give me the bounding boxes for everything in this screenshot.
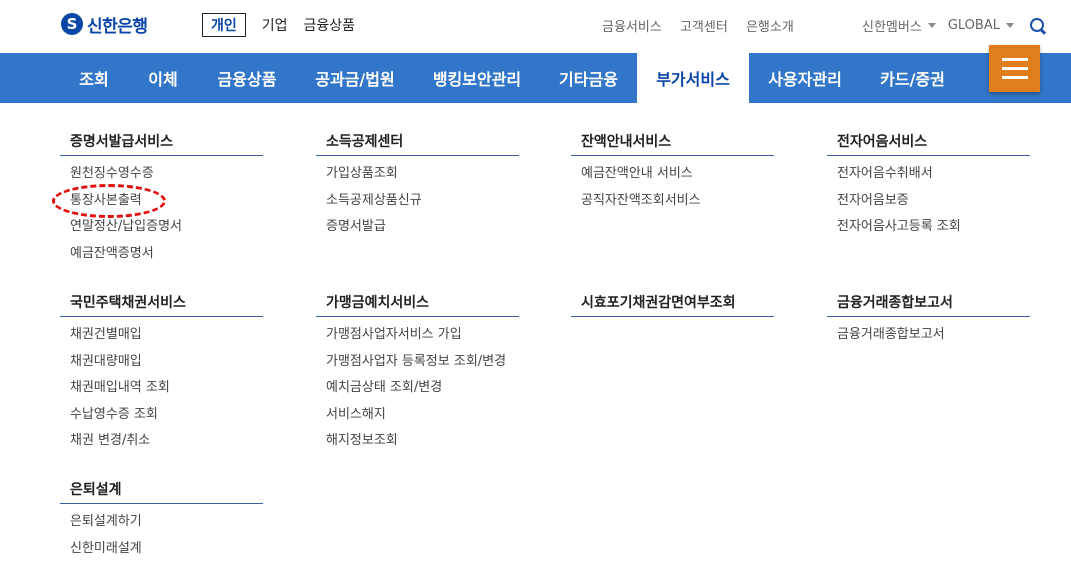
utility-links: 금융서비스 고객센터 은행소개 (588, 16, 794, 35)
menu-section-housing-bond: 국민주택채권서비스 채권건별매입 채권대량매입 채권매입내역 조회 수납영수증 … (60, 292, 263, 460)
highlight-annotation (52, 184, 166, 218)
menu-link-deposit-status[interactable]: 예치금상태 조회/변경 (326, 380, 519, 407)
menu-link-subscribed-products[interactable]: 가입상품조회 (326, 166, 519, 193)
nav-item-transfer[interactable]: 이체 (128, 53, 198, 103)
menu-section-balance-info: 잔액안내서비스 예금잔액안내 서비스 공직자잔액조회서비스 (571, 131, 774, 219)
menu-link-year-end-settlement[interactable]: 연말정산/납입증명서 (70, 219, 263, 246)
menu-link-shinhan-future-plan[interactable]: 신한미래설계 (70, 541, 263, 568)
chevron-down-icon (1005, 23, 1014, 28)
chevron-down-icon (927, 23, 936, 28)
menu-link-official-balance[interactable]: 공직자잔액조회서비스 (581, 193, 774, 220)
main-nav: 조회 이체 금융상품 공과금/법원 뱅킹보안관리 기타금융 부가서비스 사용자관… (0, 53, 1071, 103)
menu-link-franchise-info[interactable]: 가맹점사업자 등록정보 조회/변경 (326, 354, 519, 381)
nav-item-user-management[interactable]: 사용자관리 (749, 53, 861, 103)
menu-section-transaction-report: 금융거래종합보고서 금융거래종합보고서 (827, 292, 1030, 354)
menu-link-franchise-join[interactable]: 가맹점사업자서비스 가입 (326, 327, 519, 354)
section-title: 전자어음서비스 (827, 131, 1030, 156)
section-title: 금융거래종합보고서 (827, 292, 1030, 317)
menu-section-electronic-bill: 전자어음서비스 전자어음수취배서 전자어음보증 전자어음사고등록 조회 (827, 131, 1030, 246)
section-title: 잔액안내서비스 (571, 131, 774, 156)
segment-switcher: 개인 기업 금융상품 (202, 13, 355, 37)
menu-link-bond-bulk-buy[interactable]: 채권대량매입 (70, 354, 263, 381)
nav-item-inquiry[interactable]: 조회 (60, 53, 128, 103)
menu-button[interactable] (989, 45, 1040, 92)
section-title: 가맹금예치서비스 (316, 292, 519, 317)
menu-link-ebill-endorsement[interactable]: 전자어음수취배서 (837, 166, 1030, 193)
logo-text: 신한은행 (87, 16, 148, 37)
nav-item-card-securities[interactable]: 카드/증권 (861, 53, 964, 103)
search-icon[interactable] (1029, 17, 1046, 34)
menu-link-deposit-balance-cert[interactable]: 예금잔액증명서 (70, 246, 263, 273)
util-link-about-bank[interactable]: 은행소개 (746, 20, 794, 35)
menu-link-bond-change-cancel[interactable]: 채권 변경/취소 (70, 433, 263, 460)
menu-section-prescription-waiver: 시효포기채권감면여부조회 (571, 292, 774, 317)
menu-section-income-deduction: 소득공제센터 가입상품조회 소득공제상품신규 증명서발급 (316, 131, 519, 246)
util-link-customer-center[interactable]: 고객센터 (680, 20, 728, 35)
hamburger-icon (1001, 58, 1028, 61)
members-dropdown[interactable]: 신한멤버스 (862, 16, 922, 35)
nav-item-utilities-court[interactable]: 공과금/법원 (296, 53, 414, 103)
menu-link-transaction-report[interactable]: 금융거래종합보고서 (837, 327, 1030, 354)
util-link-financial-services[interactable]: 금융서비스 (602, 20, 662, 35)
top-bar: S 신한은행 개인 기업 금융상품 금융서비스 고객센터 은행소개 신한멤버스 … (0, 0, 1071, 53)
menu-section-franchise-deposit: 가맹금예치서비스 가맹점사업자서비스 가입 가맹점사업자 등록정보 조회/변경 … (316, 292, 519, 460)
section-title: 국민주택채권서비스 (60, 292, 263, 317)
menu-link-receipt-inquiry[interactable]: 수납영수증 조회 (70, 407, 263, 434)
section-title: 증명서발급서비스 (60, 131, 263, 156)
member-lang-search: 신한멤버스 GLOBAL (862, 16, 1046, 35)
language-dropdown[interactable]: GLOBAL (948, 18, 1000, 33)
nav-item-financial-products[interactable]: 금융상품 (198, 53, 296, 103)
menu-link-cancel-info[interactable]: 해지정보조회 (326, 433, 519, 460)
menu-link-service-cancel[interactable]: 서비스해지 (326, 407, 519, 434)
shinhan-logo[interactable]: S 신한은행 (61, 12, 148, 37)
segment-personal[interactable]: 개인 (202, 13, 246, 37)
menu-link-bond-history[interactable]: 채권매입내역 조회 (70, 380, 263, 407)
segment-products[interactable]: 금융상품 (304, 15, 356, 35)
menu-link-new-deduction-product[interactable]: 소득공제상품신규 (326, 193, 519, 220)
menu-link-issue-certificate[interactable]: 증명서발급 (326, 219, 519, 246)
section-title: 은퇴설계 (60, 479, 263, 504)
shinhan-logo-icon: S (61, 13, 83, 35)
menu-link-ebill-guarantee[interactable]: 전자어음보증 (837, 193, 1030, 220)
menu-link-ebill-accident[interactable]: 전자어음사고등록 조회 (837, 219, 1030, 246)
section-title-link[interactable]: 시효포기채권감면여부조회 (571, 292, 774, 317)
segment-business[interactable]: 기업 (262, 15, 288, 35)
menu-section-retirement: 은퇴설계 은퇴설계하기 신한미래설계 (60, 479, 263, 567)
nav-item-other-finance[interactable]: 기타금융 (540, 53, 637, 103)
nav-item-banking-security[interactable]: 뱅킹보안관리 (414, 53, 540, 103)
menu-link-bond-single-buy[interactable]: 채권건별매입 (70, 327, 263, 354)
section-title: 소득공제센터 (316, 131, 519, 156)
menu-link-balance-notification[interactable]: 예금잔액안내 서비스 (581, 166, 774, 193)
nav-item-additional-services[interactable]: 부가서비스 (637, 53, 749, 103)
menu-link-retirement-plan[interactable]: 은퇴설계하기 (70, 514, 263, 541)
